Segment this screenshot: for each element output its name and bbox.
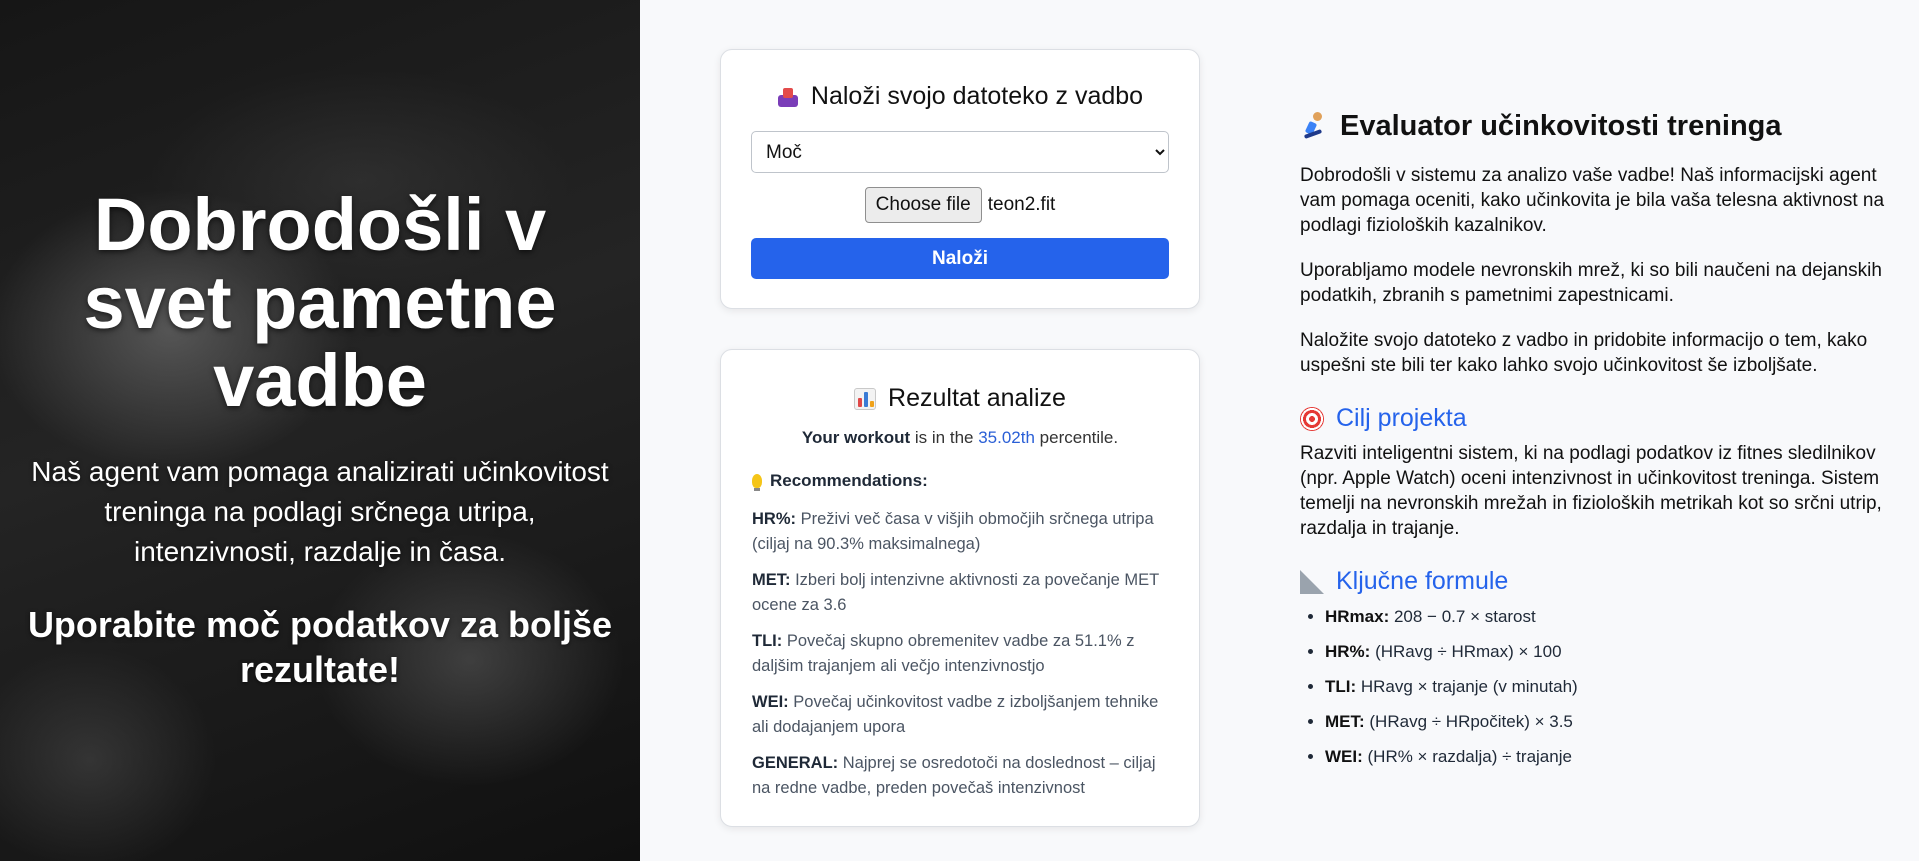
formula-item: HR%: (HRavg ÷ HRmax) × 100: [1325, 639, 1900, 664]
info-paragraph: Dobrodošli v sistemu za analizo vaše vad…: [1300, 165, 1885, 236]
formula-item: HRmax: 208 − 0.7 × starost: [1325, 604, 1900, 629]
triangular-ruler-icon: [1300, 569, 1324, 594]
recommendation-text: Preživi več časa v višjih območjih srčne…: [752, 510, 1154, 553]
formula-item: WEI: (HR% × razdalja) ÷ trajanje: [1325, 744, 1900, 769]
formula-key: WEI:: [1325, 747, 1363, 766]
percentile-suffix: percentile.: [1034, 428, 1119, 447]
recommendation-text: Povečaj učinkovitost vadbe z izboljšanje…: [752, 693, 1159, 736]
hero-title: Dobrodošli v svet pametne vadbe: [83, 183, 557, 422]
selected-file-name: teon2.fit: [987, 194, 1056, 215]
formula-item: MET: (HRavg ÷ HRpočitek) × 3.5: [1325, 709, 1900, 734]
formula-text: (HRavg ÷ HRmax) × 100: [1370, 642, 1562, 661]
file-picker: Choose file teon2.fit: [721, 187, 1199, 223]
formulas-list: HRmax: 208 − 0.7 × starost HR%: (HRavg ÷…: [1300, 604, 1900, 769]
percentile-mid-text: is in the: [910, 428, 979, 447]
info-title: Evaluator učinkovitosti treninga: [1300, 110, 1900, 143]
formula-key: MET:: [1325, 712, 1365, 731]
goal-text: Razviti inteligentni sistem, ki na podla…: [1300, 443, 1882, 539]
formula-text: 208 − 0.7 × starost: [1389, 607, 1536, 626]
result-card: Rezultat analize Your workout is in the …: [720, 349, 1200, 827]
formula-key: HRmax:: [1325, 607, 1390, 626]
recommendation-key: TLI:: [752, 632, 783, 650]
bar-chart-icon: [854, 387, 877, 410]
formulas-heading-text: Ključne formule: [1336, 567, 1509, 595]
formula-item: TLI: HRavg × trajanje (v minutah): [1325, 674, 1900, 699]
inbox-tray-icon: [777, 86, 799, 108]
workout-type-select[interactable]: Moč: [751, 131, 1169, 173]
runner-icon: [1300, 111, 1328, 142]
result-title-text: Rezultat analize: [888, 384, 1066, 412]
goal-heading-text: Cilj projekta: [1336, 404, 1467, 432]
formula-text: HRavg × trajanje (v minutah): [1356, 677, 1578, 696]
formula-key: HR%:: [1325, 642, 1371, 661]
upload-title-text: Naloži svojo datoteko z vadbo: [810, 82, 1144, 110]
percentile-summary: Your workout is in the 35.02th percentil…: [721, 428, 1199, 448]
formula-key: TLI:: [1325, 677, 1357, 696]
info-paragraph: Naložite svojo datoteko z vadbo in prido…: [1300, 330, 1868, 376]
recommendation-item: MET: Izberi bolj intenzivne aktivnosti z…: [752, 568, 1172, 618]
hero-lead: Naš agent vam pomaga analizirati učinkov…: [31, 456, 609, 567]
upload-card: Naloži svojo datoteko z vadbo Moč Choose…: [720, 49, 1200, 309]
formula-text: (HR% × razdalja) ÷ trajanje: [1362, 747, 1572, 766]
recommendations-list: HR%: Preživi več časa v višjih območjih …: [752, 507, 1172, 812]
formulas-heading: Ključne formule: [1300, 567, 1900, 596]
recommendation-key: HR%:: [752, 510, 796, 528]
workout-label: Your workout: [801, 428, 911, 447]
upload-button[interactable]: Naloži: [751, 238, 1169, 279]
recommendations-label: Recommendations:: [770, 471, 928, 490]
recommendation-text: Izberi bolj intenzivne aktivnosti za pov…: [752, 571, 1159, 614]
recommendation-item: HR%: Preživi več časa v višjih območjih …: [752, 507, 1172, 557]
light-bulb-icon: [752, 474, 762, 491]
upload-title: Naloži svojo datoteko z vadbo: [721, 82, 1199, 111]
info-title-text: Evaluator učinkovitosti treninga: [1340, 110, 1782, 142]
result-title: Rezultat analize: [721, 384, 1199, 413]
hero-cta: Uporabite moč podatkov za boljše rezulta…: [27, 604, 613, 690]
recommendation-key: GENERAL:: [752, 754, 839, 772]
recommendation-item: GENERAL: Najprej se osredotoči na dosled…: [752, 751, 1172, 801]
info-paragraph: Uporabljamo modele nevronskih mrež, ki s…: [1300, 260, 1882, 306]
recommendations-heading: Recommendations:: [752, 471, 928, 491]
recommendation-text: Povečaj skupno obremenitev vadbe za 51.1…: [752, 632, 1135, 675]
choose-file-button[interactable]: Choose file: [864, 187, 982, 223]
percentile-value: 35.02th: [978, 428, 1035, 447]
recommendation-item: WEI: Povečaj učinkovitost vadbe z izbolj…: [752, 690, 1172, 740]
recommendation-key: WEI:: [752, 693, 789, 711]
formula-text: (HRavg ÷ HRpočitek) × 3.5: [1364, 712, 1573, 731]
recommendation-key: MET:: [752, 571, 791, 589]
goal-heading: Cilj projekta: [1300, 404, 1900, 433]
recommendation-item: TLI: Povečaj skupno obremenitev vadbe za…: [752, 629, 1172, 679]
hero-banner: Dobrodošli v svet pametne vadbe Naš agen…: [0, 0, 640, 861]
target-icon: [1300, 406, 1324, 431]
info-panel: Evaluator učinkovitosti treninga Dobrodo…: [1300, 110, 1900, 779]
